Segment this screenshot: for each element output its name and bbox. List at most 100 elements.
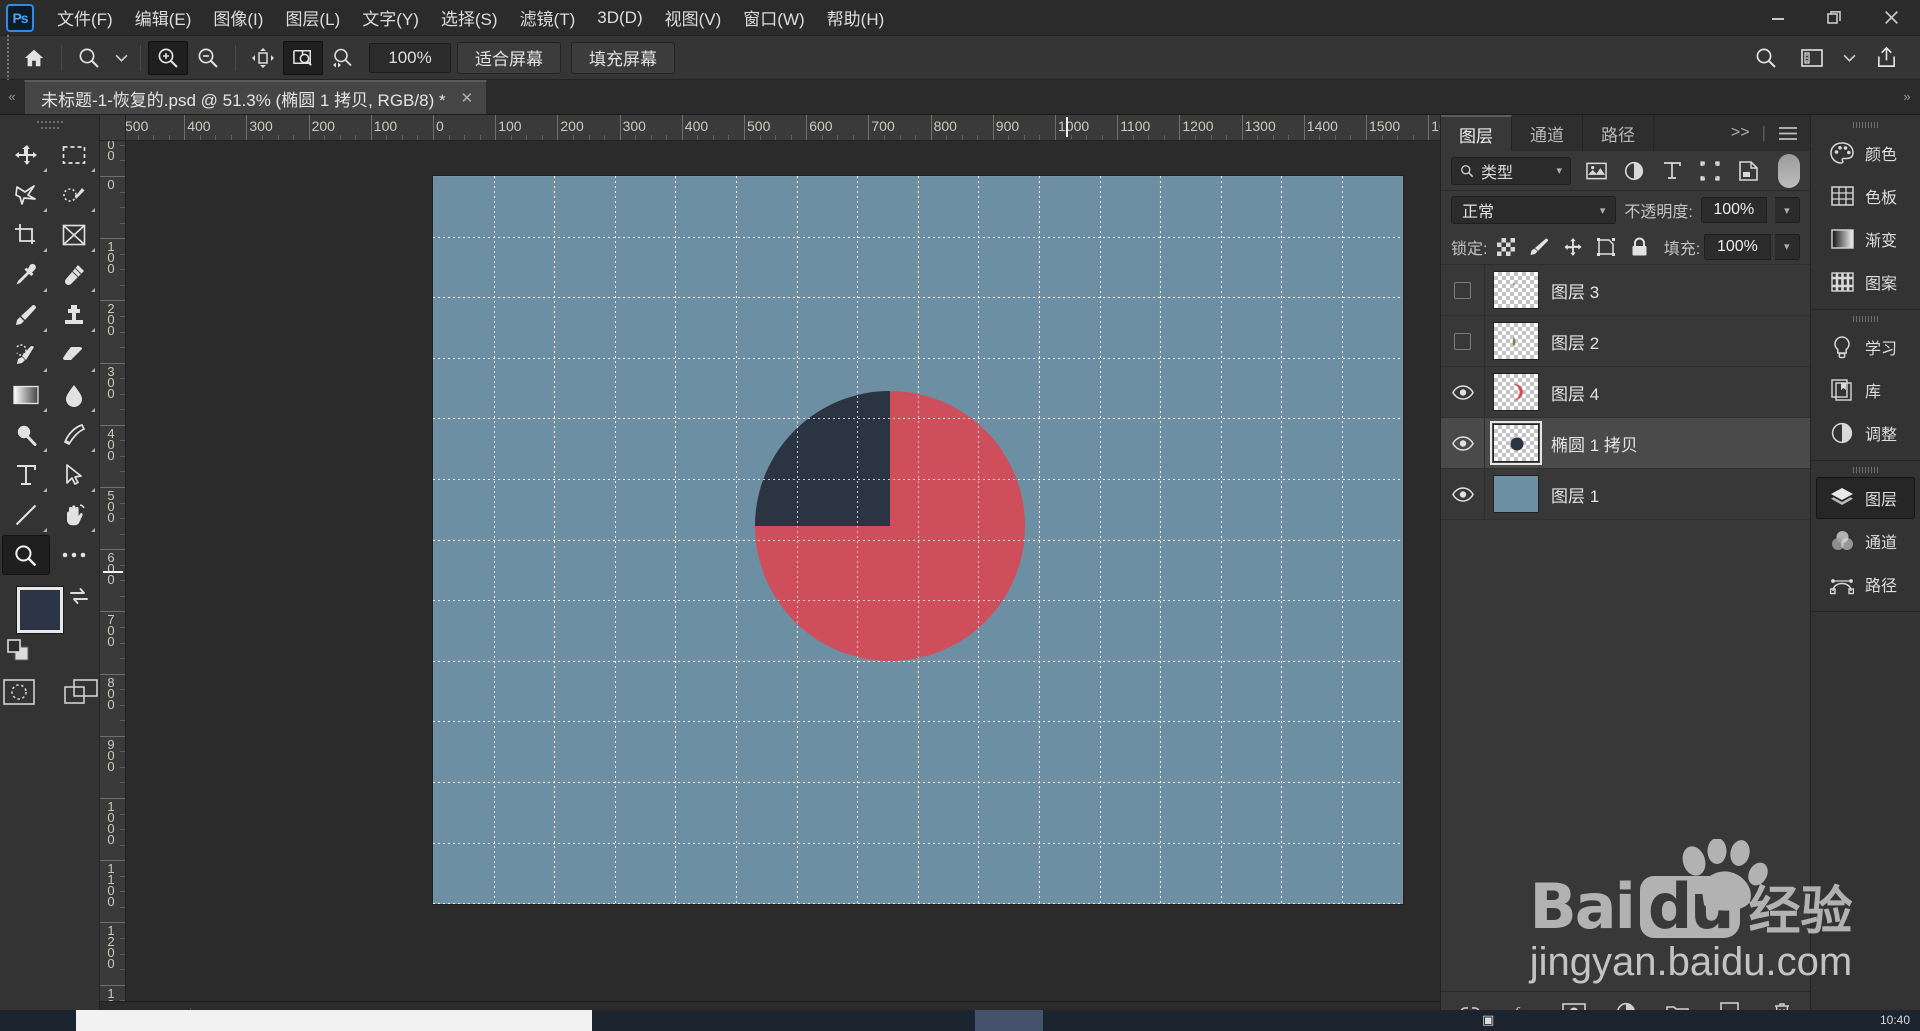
layer-row[interactable]: 图层 4 xyxy=(1441,367,1810,418)
swap-colors-icon[interactable] xyxy=(67,585,91,607)
menu-filter[interactable]: 滤镜(T) xyxy=(509,0,587,36)
layer-thumbnail[interactable] xyxy=(1493,322,1539,360)
menu-view[interactable]: 视图(V) xyxy=(654,0,733,36)
ruler-corner[interactable] xyxy=(100,115,126,141)
eraser-tool[interactable] xyxy=(50,335,98,375)
line-tool[interactable] xyxy=(2,495,50,535)
tools-panel-grip[interactable] xyxy=(36,121,64,131)
dock-item-paths[interactable]: 路径 xyxy=(1816,563,1915,605)
dodge-tool[interactable] xyxy=(2,415,50,455)
workspace-chevron-down-icon[interactable] xyxy=(1838,41,1860,75)
menu-edit[interactable]: 编辑(E) xyxy=(124,0,203,36)
filter-type-select[interactable]: 类型 ▾ xyxy=(1451,156,1571,185)
gradient-tool[interactable] xyxy=(2,375,50,415)
home-icon[interactable] xyxy=(14,41,54,75)
dock-grip[interactable] xyxy=(1811,464,1920,476)
tab-channels[interactable]: 通道 xyxy=(1512,115,1583,151)
menu-image[interactable]: 图像(I) xyxy=(202,0,274,36)
fit-screen-button[interactable]: 适合屏幕 xyxy=(457,41,561,74)
adjustment-filter-icon[interactable] xyxy=(1615,156,1653,186)
tab-paths[interactable]: 路径 xyxy=(1583,115,1654,151)
layer-visibility-toggle[interactable] xyxy=(1441,316,1485,366)
clone-stamp-tool[interactable] xyxy=(50,295,98,335)
path-selection-tool[interactable] xyxy=(50,455,98,495)
artboard[interactable] xyxy=(433,176,1403,904)
fill-screen-button[interactable]: 填充屏幕 xyxy=(571,41,675,74)
shape-filter-icon[interactable] xyxy=(1691,156,1729,186)
dock-item-gradient[interactable]: 渐变 xyxy=(1816,218,1915,260)
dock-item-libraries[interactable]: 库 xyxy=(1816,369,1915,411)
layer-row[interactable]: 图层 1 xyxy=(1441,469,1810,520)
screen-mode-icon[interactable] xyxy=(61,675,101,709)
zoom-all-windows-icon[interactable] xyxy=(283,40,323,75)
type-tool[interactable] xyxy=(2,455,50,495)
panel-menu-icon[interactable] xyxy=(1778,126,1798,141)
blur-tool[interactable] xyxy=(50,375,98,415)
layer-thumbnail[interactable] xyxy=(1493,475,1539,513)
search-icon[interactable] xyxy=(1746,41,1786,75)
layer-name[interactable]: 图层 1 xyxy=(1551,482,1599,507)
default-colors-icon[interactable] xyxy=(6,639,33,663)
zoom-tool[interactable] xyxy=(1,535,50,575)
dock-item-learn[interactable]: 学习 xyxy=(1816,326,1915,368)
menu-3d[interactable]: 3D(D) xyxy=(586,2,653,34)
dock-item-swatches[interactable]: 色板 xyxy=(1816,175,1915,217)
quick-mask-icon[interactable] xyxy=(0,675,39,709)
opacity-input[interactable]: 100% xyxy=(1700,197,1767,223)
zoom-tool-icon[interactable] xyxy=(69,41,109,75)
layer-visibility-eye-icon[interactable] xyxy=(1441,469,1485,519)
tool-preset-chevron-down-icon[interactable] xyxy=(109,41,133,75)
menu-help[interactable]: 帮助(H) xyxy=(816,0,896,36)
frame-tool[interactable] xyxy=(50,215,98,255)
document-tab[interactable]: 未标题-1-恢复的.psd @ 51.3% (椭圆 1 拷贝, RGB/8) *… xyxy=(24,80,488,114)
layer-thumbnail[interactable] xyxy=(1493,373,1539,411)
collapse-left-icon[interactable]: « xyxy=(0,79,24,114)
layer-visibility-eye-icon[interactable] xyxy=(1441,367,1485,417)
dock-grip[interactable] xyxy=(1811,313,1920,325)
lock-artboard-icon[interactable] xyxy=(1591,233,1620,261)
history-brush-tool[interactable] xyxy=(2,335,50,375)
layer-visibility-eye-icon[interactable] xyxy=(1441,418,1485,468)
menu-layer[interactable]: 图层(L) xyxy=(274,0,351,36)
lock-all-icon[interactable] xyxy=(1625,233,1654,261)
layer-list[interactable]: 图层 3 图层 2 图层 4 椭圆 1 拷贝 图层 1 xyxy=(1441,265,1810,991)
menu-type[interactable]: 文字(Y) xyxy=(351,0,430,36)
zoom-out-icon[interactable] xyxy=(188,41,228,75)
lock-position-icon[interactable] xyxy=(1558,233,1587,261)
filter-toggle[interactable] xyxy=(1778,153,1800,188)
layer-name[interactable]: 图层 3 xyxy=(1551,278,1599,303)
dock-item-color[interactable]: 颜色 xyxy=(1816,132,1915,174)
zoom-level-input[interactable]: 100% xyxy=(369,42,451,73)
dock-item-channels[interactable]: 通道 xyxy=(1816,520,1915,562)
blend-mode-select[interactable]: 正常 ▾ xyxy=(1451,196,1617,224)
smartobject-filter-icon[interactable] xyxy=(1729,156,1767,186)
restore-icon[interactable] xyxy=(1806,0,1863,35)
quick-selection-tool[interactable] xyxy=(50,175,98,215)
eyedropper-tool[interactable] xyxy=(2,255,50,295)
share-icon[interactable] xyxy=(1866,41,1906,75)
move-tool[interactable] xyxy=(2,135,50,175)
taskbar-clock[interactable]: 10:40 xyxy=(1880,1013,1910,1027)
minimize-icon[interactable] xyxy=(1749,0,1806,35)
opacity-chevron-down-icon[interactable]: ▾ xyxy=(1774,197,1800,223)
menu-window[interactable]: 窗口(W) xyxy=(732,0,815,36)
lock-image-icon[interactable] xyxy=(1525,233,1554,261)
menu-select[interactable]: 选择(S) xyxy=(430,0,509,36)
fill-chevron-down-icon[interactable]: ▾ xyxy=(1774,233,1800,260)
dock-grip[interactable] xyxy=(1811,119,1920,131)
options-bar-grip[interactable] xyxy=(4,34,14,81)
taskbar-tray-icon[interactable]: ▣ xyxy=(1482,1012,1494,1028)
layer-thumbnail[interactable] xyxy=(1493,271,1539,309)
lasso-tool[interactable] xyxy=(2,175,50,215)
layer-name[interactable]: 图层 4 xyxy=(1551,380,1599,405)
more-tools[interactable] xyxy=(50,535,98,575)
hand-tool[interactable] xyxy=(50,495,98,535)
lock-transparent-icon[interactable] xyxy=(1491,233,1520,261)
type-filter-icon[interactable] xyxy=(1653,156,1691,186)
zoom-in-icon[interactable] xyxy=(148,40,188,75)
fill-input[interactable]: 100% xyxy=(1704,233,1771,260)
collapse-right-icon[interactable]: » xyxy=(1894,79,1920,114)
workspace-icon[interactable] xyxy=(1792,41,1832,75)
close-icon[interactable] xyxy=(1863,0,1920,35)
taskbar-window-1[interactable] xyxy=(76,1010,592,1031)
